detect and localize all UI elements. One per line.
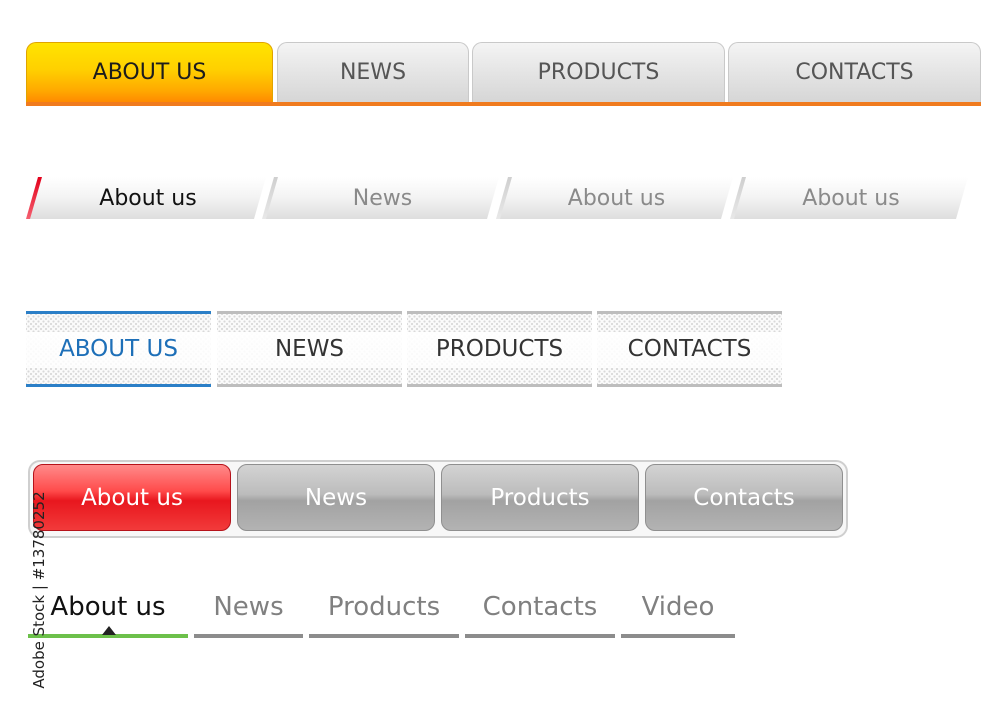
tab-about-us[interactable]: ABOUT US bbox=[26, 42, 273, 102]
tab-contacts[interactable]: CONTACTS bbox=[728, 42, 981, 102]
button-about-us[interactable]: About us bbox=[33, 464, 231, 531]
tab-label: NEWS bbox=[274, 336, 345, 362]
button-news[interactable]: News bbox=[237, 464, 435, 531]
button-products[interactable]: Products bbox=[441, 464, 639, 531]
tab-news[interactable]: News bbox=[266, 177, 499, 219]
tab-about-us-3[interactable]: About us bbox=[734, 177, 968, 219]
nav-baseline bbox=[26, 102, 981, 106]
tab-products[interactable]: PRODUCTS bbox=[472, 42, 725, 102]
tab-about-us[interactable]: About us bbox=[30, 177, 266, 219]
tab-video[interactable]: Video bbox=[621, 592, 735, 638]
tab-news[interactable]: NEWS bbox=[217, 311, 402, 387]
nav-bar-orange-tabs: ABOUT US NEWS PRODUCTS CONTACTS bbox=[26, 42, 981, 106]
tab-products[interactable]: PRODUCTS bbox=[407, 311, 592, 387]
tab-news[interactable]: News bbox=[194, 592, 303, 638]
tab-about-us-2[interactable]: About us bbox=[500, 177, 733, 219]
tab-contacts[interactable]: Contacts bbox=[465, 592, 615, 638]
tab-label: PRODUCTS bbox=[435, 336, 564, 362]
stock-watermark-text: Adobe Stock | #13780252 bbox=[30, 491, 48, 689]
tab-products[interactable]: Products bbox=[309, 592, 459, 638]
tab-contacts[interactable]: CONTACTS bbox=[597, 311, 782, 387]
tab-label: CONTACTS bbox=[627, 336, 752, 362]
tab-news[interactable]: NEWS bbox=[277, 42, 469, 102]
tab-label: ABOUT US bbox=[59, 336, 178, 362]
tab-about-us[interactable]: ABOUT US bbox=[26, 311, 211, 387]
active-caret-icon bbox=[102, 626, 116, 635]
button-contacts[interactable]: Contacts bbox=[645, 464, 843, 531]
